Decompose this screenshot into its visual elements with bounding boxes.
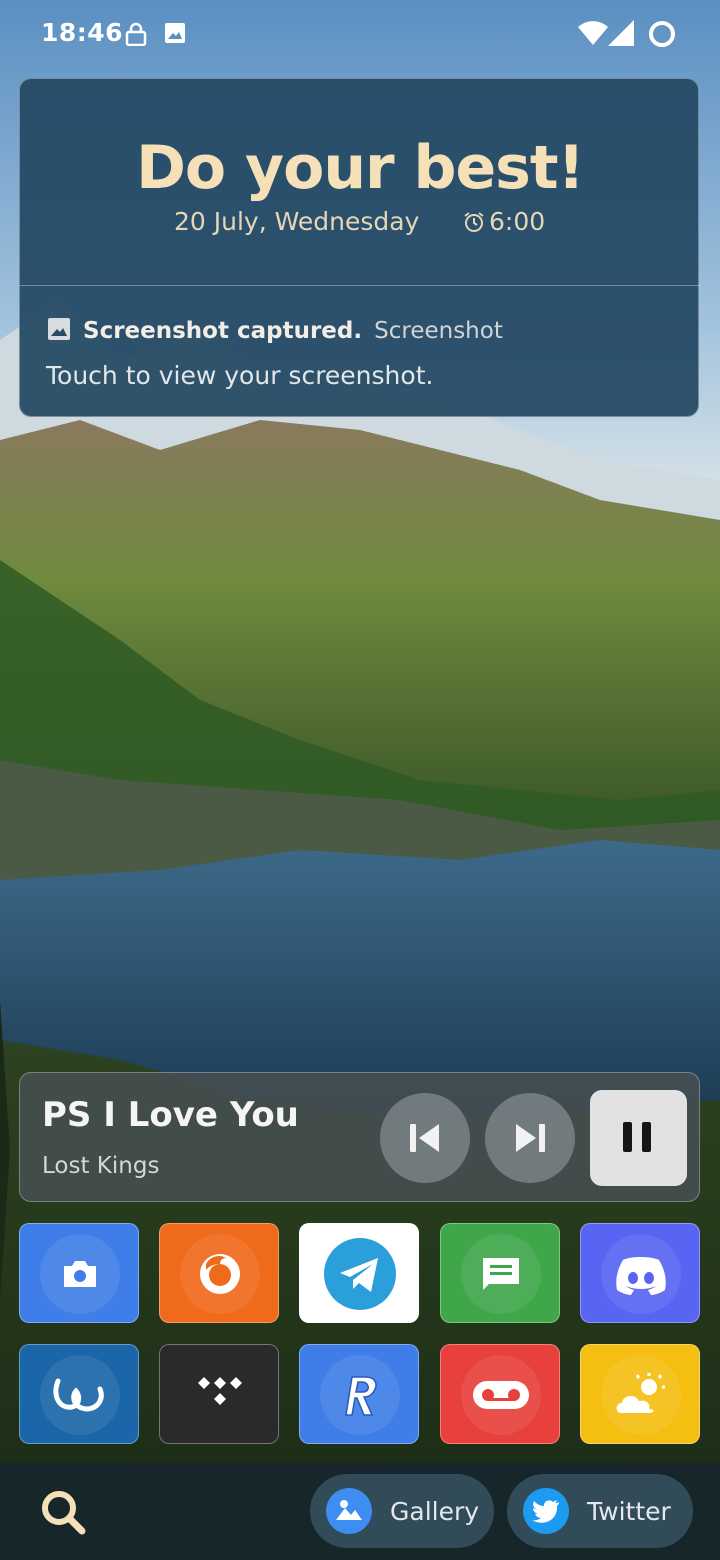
glance-card[interactable]: Do your best! 20 July, Wednesday 6:00 Sc…: [19, 78, 700, 417]
wifi-icon: [578, 20, 608, 50]
tidal-icon: [198, 1377, 242, 1405]
notification-title: Screenshot captured.: [83, 318, 363, 344]
app-camera[interactable]: [19, 1223, 139, 1323]
song-artist: Lost Kings: [42, 1153, 160, 1179]
search-icon: [42, 1491, 86, 1535]
dock-shortcut-twitter[interactable]: Twitter: [507, 1474, 693, 1548]
app-telegram[interactable]: [299, 1223, 419, 1323]
weather-icon: [616, 1373, 665, 1413]
pause-button[interactable]: [590, 1090, 687, 1186]
media-player[interactable]: PS I Love You Lost Kings: [19, 1072, 700, 1202]
telegram-icon: [324, 1238, 396, 1310]
notification-app: Screenshot: [374, 318, 503, 344]
camera-icon: [64, 1261, 96, 1287]
skip-previous-icon: [410, 1124, 439, 1152]
card-divider: [20, 285, 700, 286]
app-discord[interactable]: [580, 1223, 700, 1323]
lock-icon: [125, 22, 147, 50]
card-date[interactable]: 20 July, Wednesday: [174, 207, 419, 236]
lynket-icon: [53, 1378, 104, 1412]
notification-body[interactable]: Touch to view your screenshot.: [46, 361, 433, 390]
firefox-icon: [200, 1254, 240, 1294]
next-button[interactable]: [485, 1093, 575, 1183]
gallery-icon: [326, 1488, 372, 1534]
image-icon: [47, 317, 71, 345]
search-button[interactable]: [40, 1489, 88, 1541]
app-tidal[interactable]: [159, 1344, 279, 1444]
alarm-icon: [464, 211, 484, 232]
alarm-info[interactable]: 6:00: [463, 207, 545, 236]
discord-icon: [616, 1257, 666, 1295]
status-bar: 18:46: [0, 0, 720, 70]
twitter-label: Twitter: [587, 1496, 671, 1526]
status-time: 18:46: [41, 18, 124, 47]
app-weather[interactable]: [580, 1344, 700, 1444]
signal-icon: [608, 20, 634, 50]
twitter-icon: [523, 1488, 569, 1534]
app-voicemail[interactable]: [440, 1344, 560, 1444]
app-firefox[interactable]: [159, 1223, 279, 1323]
message-icon: [483, 1258, 519, 1290]
skip-next-icon: [516, 1124, 545, 1152]
app-messages[interactable]: [440, 1223, 560, 1323]
revolut-icon: [345, 1376, 377, 1416]
gallery-label: Gallery: [390, 1496, 480, 1526]
card-title: Do your best!: [136, 133, 585, 203]
image-icon: [164, 22, 186, 48]
ring-icon: [648, 20, 676, 52]
previous-button[interactable]: [380, 1093, 470, 1183]
voicemail-icon: [473, 1381, 529, 1409]
dock-shortcut-gallery[interactable]: Gallery: [310, 1474, 494, 1548]
dock: Gallery Twitter: [0, 1463, 720, 1560]
alarm-time: 6:00: [489, 207, 546, 236]
song-title: PS I Love You: [42, 1095, 299, 1135]
app-revolut[interactable]: [299, 1344, 419, 1444]
notification-header[interactable]: Screenshot captured. Screenshot: [47, 317, 503, 345]
app-lynket[interactable]: [19, 1344, 139, 1444]
pause-icon: [623, 1122, 651, 1152]
